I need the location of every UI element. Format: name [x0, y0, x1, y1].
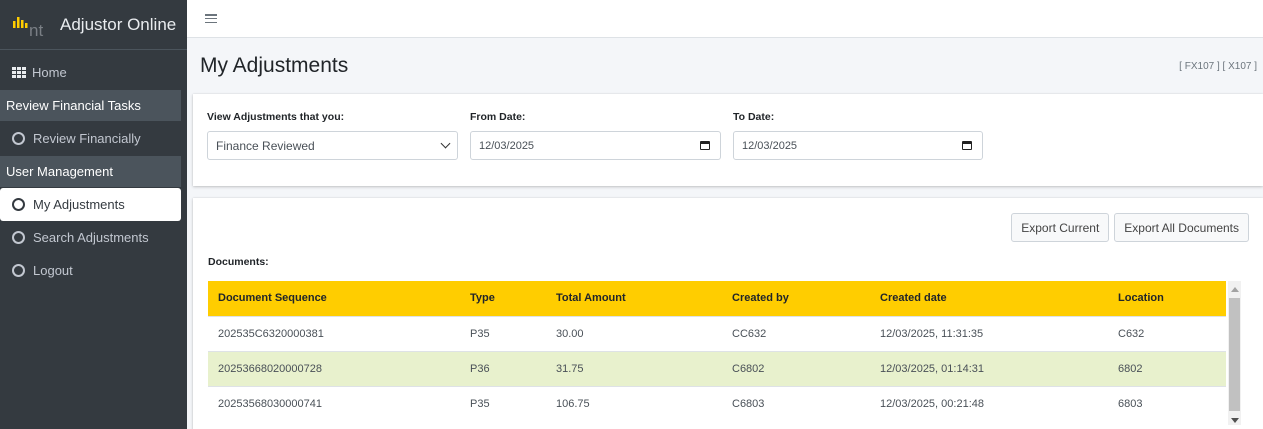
- table-row[interactable]: 202535C6320000381 P35 30.00 CC632 12/03/…: [208, 315, 1226, 351]
- sidebar-item-search-adjustments[interactable]: Search Adjustments: [0, 221, 187, 254]
- table-cell: CC632: [722, 315, 870, 351]
- table-cell: 31.75: [546, 350, 722, 386]
- page-codes: [ FX107 ] [ X107 ]: [1179, 60, 1257, 72]
- table-row[interactable]: 20253568030000741 P35 106.75 C6803 12/03…: [208, 385, 1226, 421]
- circle-icon: [12, 198, 25, 211]
- brand-logo-icon: nt: [13, 16, 43, 38]
- sidebar-item-review-financially[interactable]: Review Financially: [0, 122, 187, 155]
- sidebar-item-label: Home: [32, 65, 67, 80]
- table-cell: 6803: [1108, 385, 1226, 421]
- table-cell: C632: [1108, 315, 1226, 351]
- documents-table-container[interactable]: Document Sequence Type Total Amount Crea…: [208, 281, 1241, 425]
- scroll-up-arrow-icon[interactable]: [1231, 287, 1239, 292]
- table-cell: 12/03/2025, 11:31:35: [870, 315, 1108, 351]
- table-cell: 6802: [1108, 350, 1226, 386]
- table-cell: 202535C6320000381: [208, 315, 460, 351]
- calendar-icon[interactable]: [700, 141, 710, 150]
- sidebar-item-label: Search Adjustments: [33, 230, 149, 245]
- to-date-group: To Date: 12/03/2025: [733, 111, 983, 186]
- circle-icon: [12, 231, 25, 244]
- scrollbar-thumb[interactable]: [1229, 298, 1240, 411]
- brand[interactable]: nt Adjustor Online: [0, 0, 187, 50]
- hamburger-menu-icon[interactable]: [205, 14, 217, 23]
- sidebar: nt Adjustor Online Home Review Financial…: [0, 0, 187, 429]
- view-filter-label: View Adjustments that you:: [207, 111, 345, 123]
- main-content: My Adjustments [ FX107 ] [ X107 ] View A…: [187, 0, 1263, 429]
- table-row[interactable]: 20253668020000728 P36 31.75 C6802 12/03/…: [208, 350, 1226, 386]
- from-date-label: From Date:: [470, 111, 526, 123]
- scroll-down-arrow-icon[interactable]: [1231, 418, 1239, 423]
- table-cell: 30.00: [546, 315, 722, 351]
- column-header[interactable]: Document Sequence: [208, 281, 460, 316]
- view-filter-group: View Adjustments that you: Finance Revie…: [207, 111, 458, 186]
- sidebar-nav: Home Review Financial Tasks Review Finan…: [0, 56, 187, 287]
- sidebar-item-my-adjustments[interactable]: My Adjustments: [0, 188, 181, 221]
- export-all-documents-button[interactable]: Export All Documents: [1114, 213, 1249, 242]
- table-cell: P36: [460, 350, 546, 386]
- view-adjustments-selected: Finance Reviewed: [216, 138, 315, 153]
- page-title: My Adjustments: [200, 54, 349, 77]
- table-cell: C6803: [722, 385, 870, 421]
- sidebar-item-home[interactable]: Home: [0, 56, 187, 89]
- column-header[interactable]: Created by: [722, 281, 870, 316]
- to-date-label: To Date:: [733, 111, 775, 123]
- view-adjustments-select[interactable]: Finance Reviewed: [207, 131, 458, 160]
- documents-label: Documents:: [208, 256, 269, 268]
- calendar-icon[interactable]: [962, 141, 972, 150]
- sidebar-item-logout[interactable]: Logout: [0, 254, 187, 287]
- from-date-group: From Date: 12/03/2025: [470, 111, 721, 186]
- to-date-value: 12/03/2025: [742, 139, 798, 152]
- documents-table: Document Sequence Type Total Amount Crea…: [208, 281, 1226, 421]
- from-date-value: 12/03/2025: [479, 139, 535, 152]
- filter-card: View Adjustments that you: Finance Revie…: [193, 94, 1263, 186]
- column-header[interactable]: Type: [460, 281, 546, 316]
- sidebar-item-label: Review Financially: [33, 131, 141, 146]
- table-cell: P35: [460, 385, 546, 421]
- table-cell: C6802: [722, 350, 870, 386]
- column-header[interactable]: Location: [1108, 281, 1226, 316]
- brand-logo-letters: nt: [29, 21, 43, 38]
- circle-icon: [12, 264, 25, 277]
- from-date-input[interactable]: 12/03/2025: [470, 131, 721, 160]
- topbar: [187, 0, 1263, 38]
- sidebar-item-label: My Adjustments: [33, 197, 125, 212]
- content-header: My Adjustments [ FX107 ] [ X107 ]: [187, 38, 1263, 94]
- documents-card: Export Current Export All Documents Docu…: [193, 198, 1263, 429]
- table-cell: 12/03/2025, 01:14:31: [870, 350, 1108, 386]
- sidebar-section-review: Review Financial Tasks: [0, 90, 181, 121]
- column-header[interactable]: Created date: [870, 281, 1108, 316]
- table-cell: 12/03/2025, 00:21:48: [870, 385, 1108, 421]
- sidebar-section-user-management: User Management: [0, 156, 181, 187]
- export-current-button[interactable]: Export Current: [1011, 213, 1110, 242]
- brand-name: Adjustor Online: [60, 14, 177, 34]
- sidebar-item-label: Logout: [33, 263, 73, 278]
- grid-icon: [12, 66, 26, 79]
- to-date-input[interactable]: 12/03/2025: [733, 131, 983, 160]
- table-cell: 106.75: [546, 385, 722, 421]
- table-cell: P35: [460, 315, 546, 351]
- column-header[interactable]: Total Amount: [546, 281, 722, 316]
- export-buttons: Export Current Export All Documents: [208, 213, 1249, 242]
- table-cell: 20253668020000728: [208, 350, 460, 386]
- circle-icon: [12, 132, 25, 145]
- chevron-down-icon: [440, 138, 451, 149]
- table-scrollbar[interactable]: [1228, 281, 1241, 425]
- table-header-row: Document Sequence Type Total Amount Crea…: [208, 281, 1226, 316]
- table-cell: 20253568030000741: [208, 385, 460, 421]
